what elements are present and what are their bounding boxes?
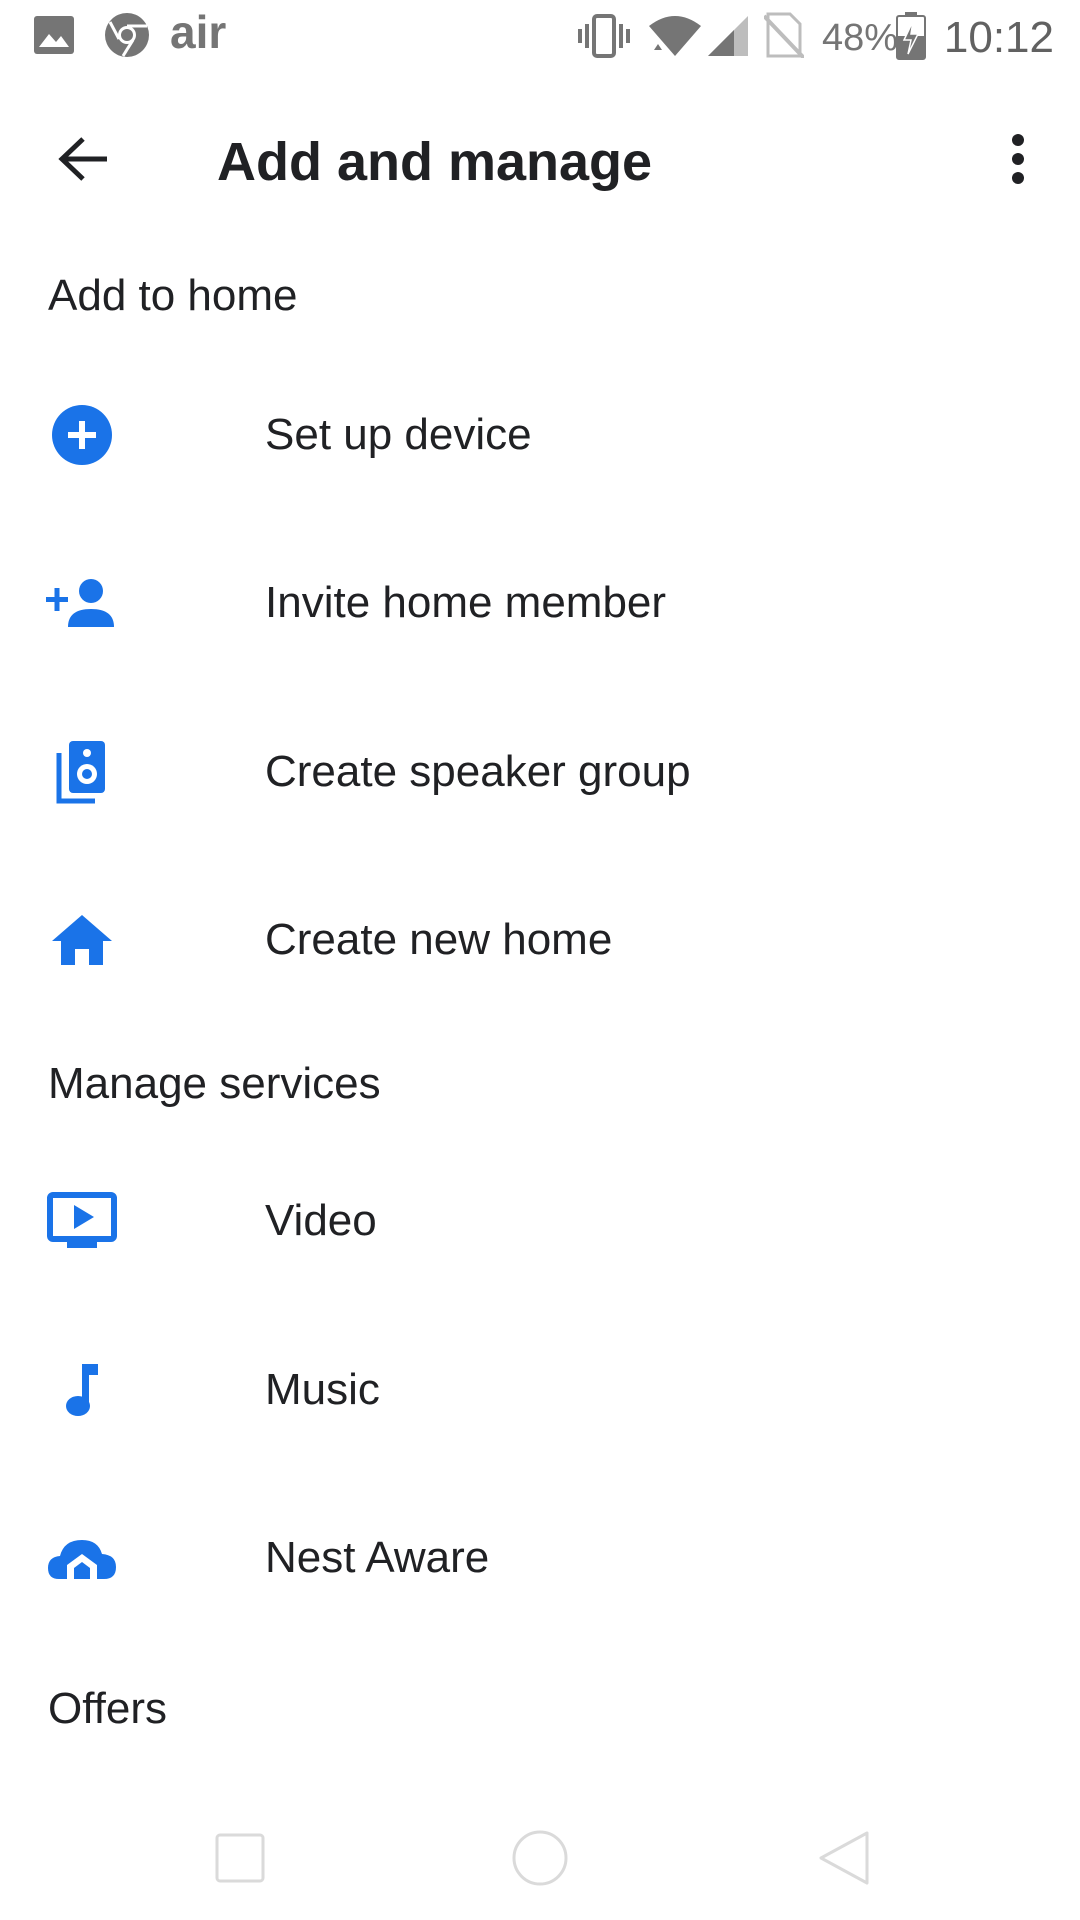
- more-options-button[interactable]: [988, 120, 1048, 202]
- app-bar: Add and manage: [0, 100, 1080, 220]
- cell-signal-icon: [706, 14, 750, 63]
- back-nav-button[interactable]: [806, 1822, 882, 1898]
- wifi-icon: [648, 14, 702, 63]
- arrow-back-icon: [57, 136, 109, 187]
- status-bar: air 48% 10:12: [0, 0, 1080, 76]
- vibrate-icon: [577, 14, 631, 63]
- list-item-create-new-home[interactable]: Create new home: [0, 856, 1080, 1024]
- status-time: 10:12: [943, 13, 1054, 62]
- list-item-video[interactable]: Video: [0, 1137, 1080, 1305]
- add-circle-icon: [46, 399, 118, 471]
- page-title: Add and manage: [217, 132, 653, 192]
- section-header-offers: Offers: [48, 1684, 168, 1733]
- battery-charging-icon: [896, 12, 926, 65]
- home-nav-icon: [511, 1829, 569, 1892]
- recents-button[interactable]: [202, 1822, 278, 1898]
- list-item-label: Set up device: [265, 410, 532, 459]
- list-item-label: Create speaker group: [265, 747, 691, 796]
- battery-percent: 48%: [822, 17, 899, 59]
- list-item-music[interactable]: Music: [0, 1306, 1080, 1474]
- list-item-label: Nest Aware: [265, 1533, 490, 1582]
- list-item-label: Create new home: [265, 915, 613, 964]
- section-header-manage-services: Manage services: [48, 1059, 381, 1108]
- air-app-icon: air: [170, 6, 227, 58]
- list-item-create-speaker-group[interactable]: Create speaker group: [0, 688, 1080, 856]
- nest-aware-icon: [46, 1522, 118, 1594]
- person-add-icon: [46, 567, 118, 639]
- back-button[interactable]: [42, 120, 124, 202]
- section-header-add-to-home: Add to home: [48, 271, 298, 320]
- chrome-icon: [104, 12, 150, 63]
- list-item-invite-home-member[interactable]: Invite home member: [0, 519, 1080, 687]
- list-item-label: Invite home member: [265, 578, 667, 627]
- home-icon: [46, 904, 118, 976]
- video-icon: [46, 1185, 118, 1257]
- list-item-label: Music: [265, 1365, 380, 1414]
- music-note-icon: [46, 1354, 118, 1426]
- image-icon: [34, 16, 74, 59]
- more-vert-icon: [1010, 133, 1026, 190]
- back-nav-icon: [817, 1830, 871, 1891]
- system-nav-bar: [0, 1800, 1080, 1920]
- list-item-set-up-device[interactable]: Set up device: [0, 351, 1080, 519]
- no-sim-icon: [762, 12, 806, 63]
- speaker-group-icon: [46, 736, 118, 808]
- recents-icon: [214, 1832, 266, 1889]
- home-nav-button[interactable]: [502, 1822, 578, 1898]
- list-item-label: Video: [265, 1196, 377, 1245]
- list-item-nest-aware[interactable]: Nest Aware: [0, 1474, 1080, 1642]
